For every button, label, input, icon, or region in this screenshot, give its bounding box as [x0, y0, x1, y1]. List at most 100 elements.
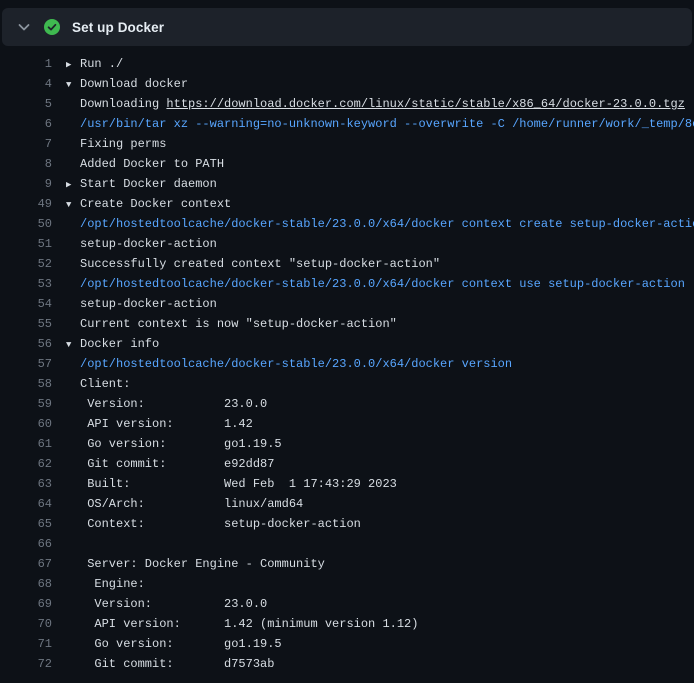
log-text: Git commit: d7573ab [52, 654, 274, 674]
log-line: 50/opt/hostedtoolcache/docker-stable/23.… [0, 214, 694, 234]
line-number[interactable]: 71 [0, 634, 52, 654]
line-number[interactable]: 68 [0, 574, 52, 594]
log-line: 70 API version: 1.42 (minimum version 1.… [0, 614, 694, 634]
log-text[interactable]: ▼Docker info [52, 334, 159, 354]
log-line: 51setup-docker-action [0, 234, 694, 254]
check-circle-icon [44, 19, 60, 35]
line-number[interactable]: 4 [0, 74, 52, 94]
log-group-line: 56▼Docker info [0, 334, 694, 354]
line-number[interactable]: 54 [0, 294, 52, 314]
line-number[interactable]: 61 [0, 434, 52, 454]
line-number[interactable]: 66 [0, 534, 52, 554]
log-text: /opt/hostedtoolcache/docker-stable/23.0.… [52, 274, 685, 294]
group-title: Start Docker daemon [80, 177, 217, 191]
log-text: Client: [52, 374, 130, 394]
log-text: Go version: go1.19.5 [52, 434, 282, 454]
actions-log-viewer: Set up Docker 1▶Run ./4▼Download docker5… [0, 8, 694, 683]
line-number[interactable]: 53 [0, 274, 52, 294]
line-number[interactable]: 72 [0, 654, 52, 674]
log-text: Server: Docker Engine - Community [52, 554, 325, 574]
log-line: 68 Engine: [0, 574, 694, 594]
line-number[interactable]: 9 [0, 174, 52, 194]
log-link[interactable]: https://download.docker.com/linux/static… [166, 97, 684, 111]
triangle-right-icon[interactable]: ▶ [66, 175, 80, 194]
line-number[interactable]: 65 [0, 514, 52, 534]
log-text[interactable]: ▼Create Docker context [52, 194, 231, 214]
line-number[interactable]: 50 [0, 214, 52, 234]
line-number[interactable]: 5 [0, 94, 52, 114]
log-line: 65 Context: setup-docker-action [0, 514, 694, 534]
log-text: API version: 1.42 (minimum version 1.12) [52, 614, 418, 634]
log-line: 67 Server: Docker Engine - Community [0, 554, 694, 574]
triangle-down-icon[interactable]: ▼ [66, 335, 80, 354]
log-text: Context: setup-docker-action [52, 514, 361, 534]
line-number[interactable]: 69 [0, 594, 52, 614]
line-number[interactable]: 70 [0, 614, 52, 634]
log-line: 58Client: [0, 374, 694, 394]
line-number[interactable]: 58 [0, 374, 52, 394]
log-text[interactable]: ▶Start Docker daemon [52, 174, 217, 194]
log-line: 63 Built: Wed Feb 1 17:43:29 2023 [0, 474, 694, 494]
log-line: 7Fixing perms [0, 134, 694, 154]
log-line: 66 [0, 534, 694, 554]
line-number[interactable]: 55 [0, 314, 52, 334]
log-text: /usr/bin/tar xz --warning=no-unknown-key… [52, 114, 694, 134]
line-number[interactable]: 56 [0, 334, 52, 354]
log-line: 69 Version: 23.0.0 [0, 594, 694, 614]
group-title: Docker info [80, 337, 159, 351]
log-line: 5Downloading https://download.docker.com… [0, 94, 694, 114]
line-number[interactable]: 64 [0, 494, 52, 514]
log-line: 54setup-docker-action [0, 294, 694, 314]
log-text: Engine: [52, 574, 145, 594]
line-number[interactable]: 49 [0, 194, 52, 214]
line-number[interactable]: 67 [0, 554, 52, 574]
log-group-line: 4▼Download docker [0, 74, 694, 94]
line-number[interactable]: 57 [0, 354, 52, 374]
line-number[interactable]: 51 [0, 234, 52, 254]
log-text [52, 534, 80, 554]
log-line: 55Current context is now "setup-docker-a… [0, 314, 694, 334]
log-text: Current context is now "setup-docker-act… [52, 314, 397, 334]
log-group-line: 1▶Run ./ [0, 54, 694, 74]
log-line: 6/usr/bin/tar xz --warning=no-unknown-ke… [0, 114, 694, 134]
log-line: 53/opt/hostedtoolcache/docker-stable/23.… [0, 274, 694, 294]
log-line: 57/opt/hostedtoolcache/docker-stable/23.… [0, 354, 694, 374]
step-title: Set up Docker [72, 20, 164, 35]
line-number[interactable]: 60 [0, 414, 52, 434]
log-text: setup-docker-action [52, 294, 217, 314]
step-header[interactable]: Set up Docker [2, 8, 692, 46]
line-number[interactable]: 6 [0, 114, 52, 134]
log-line: 71 Go version: go1.19.5 [0, 634, 694, 654]
log-line: 62 Git commit: e92dd87 [0, 454, 694, 474]
line-number[interactable]: 1 [0, 54, 52, 74]
line-number[interactable]: 59 [0, 394, 52, 414]
line-number[interactable]: 7 [0, 134, 52, 154]
log-text: setup-docker-action [52, 234, 217, 254]
triangle-down-icon[interactable]: ▼ [66, 75, 80, 94]
log-line: 72 Git commit: d7573ab [0, 654, 694, 674]
log-line: 61 Go version: go1.19.5 [0, 434, 694, 454]
log-text: API version: 1.42 [52, 414, 253, 434]
chevron-down-icon[interactable] [16, 19, 32, 35]
log-text[interactable]: ▼Download docker [52, 74, 188, 94]
group-title: Create Docker context [80, 197, 231, 211]
log-text: /opt/hostedtoolcache/docker-stable/23.0.… [52, 354, 512, 374]
log-text: Built: Wed Feb 1 17:43:29 2023 [52, 474, 397, 494]
log-text[interactable]: ▶Run ./ [52, 54, 123, 74]
log-text: Downloading https://download.docker.com/… [52, 94, 685, 114]
log-line: 60 API version: 1.42 [0, 414, 694, 434]
log-text: Added Docker to PATH [52, 154, 224, 174]
line-number[interactable]: 62 [0, 454, 52, 474]
group-title: Run ./ [80, 57, 123, 71]
line-number[interactable]: 63 [0, 474, 52, 494]
triangle-down-icon[interactable]: ▼ [66, 195, 80, 214]
log-text: Version: 23.0.0 [52, 594, 267, 614]
log-text: Git commit: e92dd87 [52, 454, 274, 474]
log-line: 64 OS/Arch: linux/amd64 [0, 494, 694, 514]
triangle-right-icon[interactable]: ▶ [66, 55, 80, 74]
log-group-line: 9▶Start Docker daemon [0, 174, 694, 194]
line-number[interactable]: 52 [0, 254, 52, 274]
line-number[interactable]: 8 [0, 154, 52, 174]
log-line: 52Successfully created context "setup-do… [0, 254, 694, 274]
log-text: Version: 23.0.0 [52, 394, 267, 414]
